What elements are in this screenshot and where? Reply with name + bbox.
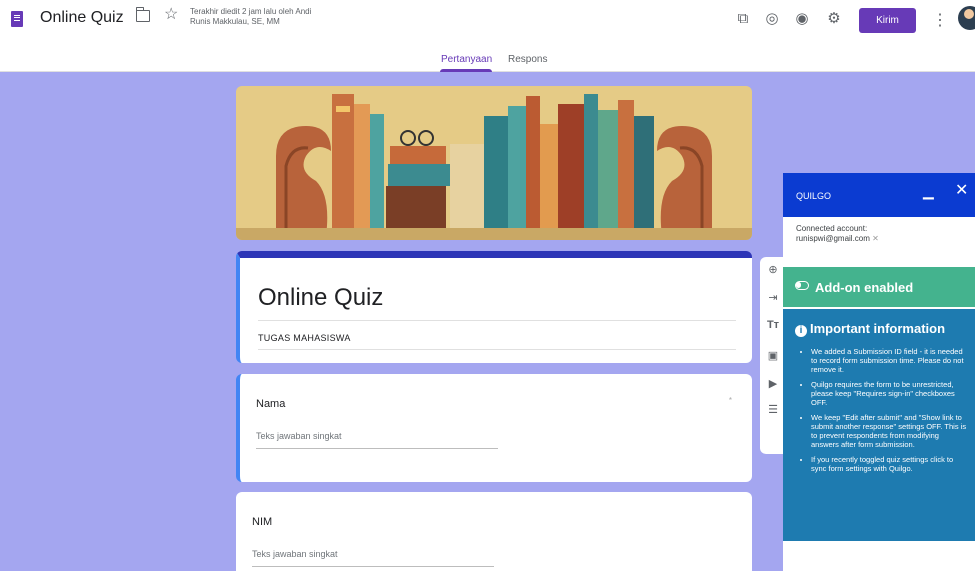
add-question-icon[interactable]: ⊕ bbox=[766, 263, 780, 276]
form-title-card[interactable]: Online Quiz TUGAS MAHASISWA bbox=[236, 251, 752, 363]
important-info-box: iImportant information We added a Submis… bbox=[783, 309, 975, 541]
banner-shelf bbox=[236, 228, 752, 240]
bookshelf-illustration bbox=[276, 94, 712, 236]
tab-questions[interactable]: Pertanyaan bbox=[441, 54, 492, 65]
tab-bar: Pertanyaan Respons bbox=[0, 42, 975, 72]
title-divider bbox=[258, 320, 736, 321]
question-label[interactable]: NIM bbox=[252, 516, 272, 528]
info-item: Quilgo requires the form to be unrestric… bbox=[811, 380, 967, 407]
addon-icon[interactable]: ⧉ bbox=[734, 10, 752, 28]
tab-responses[interactable]: Respons bbox=[508, 54, 547, 65]
info-title: i Important information bbox=[795, 321, 945, 337]
info-item: We keep "Edit after submit" and "Show li… bbox=[811, 413, 967, 449]
short-answer-placeholder: Teks jawaban singkat bbox=[252, 549, 338, 559]
answer-underline bbox=[252, 566, 494, 567]
add-title-icon[interactable]: Tт bbox=[766, 319, 780, 331]
question-card-nama[interactable]: Nama * Teks jawaban singkat bbox=[236, 374, 752, 482]
addon-enabled-text: Add-on enabled bbox=[815, 280, 914, 295]
preview-eye-icon[interactable]: ◉ bbox=[793, 10, 811, 28]
quilgo-addon-panel: QUILGO ▁ ✕ Connected account: runispwi@g… bbox=[783, 173, 975, 571]
close-icon[interactable]: ✕ bbox=[955, 180, 968, 200]
form-description[interactable]: TUGAS MAHASISWA bbox=[258, 333, 351, 343]
top-bar: Online Quiz ☆ Terakhir diedit 2 jam lalu… bbox=[0, 0, 975, 42]
info-item-sync[interactable]: If you recently toggled quiz settings cl… bbox=[811, 455, 967, 473]
question-label[interactable]: Nama bbox=[256, 398, 285, 410]
send-button[interactable]: Kirim bbox=[859, 8, 916, 33]
import-questions-icon[interactable]: ⇥ bbox=[766, 291, 780, 304]
description-divider bbox=[258, 349, 736, 350]
question-card-nim[interactable]: NIM Teks jawaban singkat bbox=[236, 492, 752, 571]
minimize-icon[interactable]: ▁ bbox=[923, 183, 934, 200]
add-video-icon[interactable]: ▶ bbox=[766, 377, 780, 390]
saved-status[interactable]: Terakhir diedit 2 jam lalu oleh Andi Run… bbox=[190, 7, 330, 27]
connected-email: runispwi@gmail.com bbox=[796, 234, 870, 243]
info-item: We added a Submission ID field - it is n… bbox=[811, 347, 967, 374]
avatar[interactable] bbox=[958, 6, 975, 30]
folder-icon[interactable] bbox=[135, 7, 150, 22]
more-vert-icon[interactable]: ⋮ bbox=[932, 10, 948, 30]
add-image-icon[interactable]: ▣ bbox=[766, 349, 780, 362]
star-icon[interactable]: ☆ bbox=[164, 7, 178, 23]
app-title[interactable]: Online Quiz bbox=[40, 9, 124, 27]
required-asterisk: * bbox=[728, 396, 732, 405]
addon-name: QUILGO bbox=[796, 191, 832, 201]
addon-header: QUILGO ▁ ✕ bbox=[783, 173, 975, 217]
settings-gear-icon[interactable]: ⚙ bbox=[825, 10, 843, 28]
form-title[interactable]: Online Quiz bbox=[258, 284, 383, 312]
answer-underline bbox=[256, 448, 498, 449]
header-banner-image bbox=[236, 86, 752, 240]
connected-label: Connected account: bbox=[796, 224, 868, 233]
disconnect-icon[interactable]: ✕ bbox=[872, 234, 879, 243]
info-icon: i bbox=[795, 325, 807, 337]
connected-account: Connected account: runispwi@gmail.com ✕ bbox=[796, 224, 879, 244]
forms-icon[interactable] bbox=[11, 11, 23, 27]
short-answer-placeholder: Teks jawaban singkat bbox=[256, 431, 342, 441]
toggle-icon[interactable] bbox=[795, 281, 809, 290]
info-list: We added a Submission ID field - it is n… bbox=[801, 347, 967, 479]
add-section-icon[interactable]: ☰ bbox=[766, 403, 780, 416]
palette-icon[interactable]: ◎ bbox=[763, 10, 781, 28]
addon-enabled-banner: Add-on enabled bbox=[783, 267, 975, 307]
